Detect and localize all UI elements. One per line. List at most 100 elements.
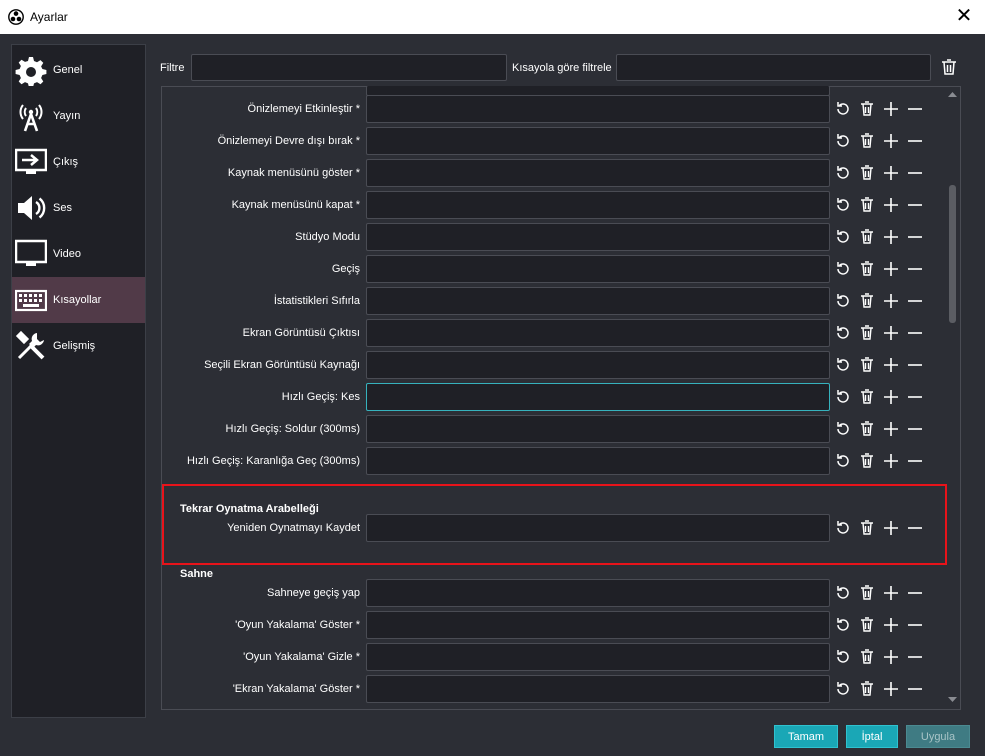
hotkey-input[interactable] <box>366 383 830 411</box>
minus-icon[interactable] <box>906 132 924 150</box>
revert-icon[interactable] <box>834 356 852 374</box>
revert-icon[interactable] <box>834 260 852 278</box>
scroll-up-arrow-icon[interactable] <box>948 91 957 97</box>
hotkey-input[interactable] <box>366 415 830 443</box>
scrollbar-thumb[interactable] <box>949 185 956 323</box>
revert-icon[interactable] <box>834 132 852 150</box>
hotkeys-scrollbar[interactable] <box>945 87 960 709</box>
minus-icon[interactable] <box>906 164 924 182</box>
trash-icon[interactable] <box>858 100 876 118</box>
plus-icon[interactable] <box>882 648 900 666</box>
minus-icon[interactable] <box>906 616 924 634</box>
revert-icon[interactable] <box>834 519 852 537</box>
plus-icon[interactable] <box>882 519 900 537</box>
plus-icon[interactable] <box>882 420 900 438</box>
trash-icon[interactable] <box>858 356 876 374</box>
minus-icon[interactable] <box>906 452 924 470</box>
trash-icon[interactable] <box>858 132 876 150</box>
hotkey-input[interactable] <box>366 191 830 219</box>
plus-icon[interactable] <box>882 616 900 634</box>
revert-icon[interactable] <box>834 100 852 118</box>
shortcut-filter-input[interactable] <box>616 54 931 81</box>
sidebar-item-cikis[interactable]: Çıkış <box>12 139 145 185</box>
minus-icon[interactable] <box>906 519 924 537</box>
revert-icon[interactable] <box>834 420 852 438</box>
clear-filter-trash-icon[interactable] <box>940 58 958 76</box>
revert-icon[interactable] <box>834 680 852 698</box>
hotkey-input[interactable] <box>366 127 830 155</box>
minus-icon[interactable] <box>906 228 924 246</box>
minus-icon[interactable] <box>906 196 924 214</box>
plus-icon[interactable] <box>882 196 900 214</box>
trash-icon[interactable] <box>858 292 876 310</box>
trash-icon[interactable] <box>858 584 876 602</box>
trash-icon[interactable] <box>858 228 876 246</box>
minus-icon[interactable] <box>906 100 924 118</box>
plus-icon[interactable] <box>882 324 900 342</box>
minus-icon[interactable] <box>906 356 924 374</box>
plus-icon[interactable] <box>882 228 900 246</box>
apply-button[interactable]: Uygula <box>906 725 970 748</box>
plus-icon[interactable] <box>882 132 900 150</box>
revert-icon[interactable] <box>834 452 852 470</box>
minus-icon[interactable] <box>906 648 924 666</box>
plus-icon[interactable] <box>882 164 900 182</box>
revert-icon[interactable] <box>834 292 852 310</box>
sidebar-item-kisayollar[interactable]: Kısayollar <box>12 277 145 323</box>
plus-icon[interactable] <box>882 292 900 310</box>
sidebar-item-video[interactable]: Video <box>12 231 145 277</box>
hotkey-input[interactable] <box>366 287 830 315</box>
hotkey-input[interactable] <box>366 255 830 283</box>
revert-icon[interactable] <box>834 648 852 666</box>
minus-icon[interactable] <box>906 388 924 406</box>
revert-icon[interactable] <box>834 228 852 246</box>
cancel-button[interactable]: İptal <box>846 725 898 748</box>
trash-icon[interactable] <box>858 648 876 666</box>
hotkey-input[interactable] <box>366 447 830 475</box>
hotkey-input[interactable] <box>366 159 830 187</box>
hotkey-input[interactable] <box>366 675 830 703</box>
sidebar-item-gelismis[interactable]: Gelişmiş <box>12 323 145 369</box>
close-icon[interactable]: ✕ <box>953 6 975 28</box>
trash-icon[interactable] <box>858 164 876 182</box>
hotkey-input[interactable] <box>366 514 830 542</box>
trash-icon[interactable] <box>858 324 876 342</box>
hotkey-input[interactable] <box>366 611 830 639</box>
trash-icon[interactable] <box>858 452 876 470</box>
trash-icon[interactable] <box>858 519 876 537</box>
revert-icon[interactable] <box>834 388 852 406</box>
minus-icon[interactable] <box>906 324 924 342</box>
hotkey-input[interactable] <box>366 643 830 671</box>
sidebar-item-ses[interactable]: Ses <box>12 185 145 231</box>
plus-icon[interactable] <box>882 452 900 470</box>
trash-icon[interactable] <box>858 196 876 214</box>
trash-icon[interactable] <box>858 616 876 634</box>
plus-icon[interactable] <box>882 100 900 118</box>
sidebar-item-genel[interactable]: Genel <box>12 47 145 93</box>
plus-icon[interactable] <box>882 356 900 374</box>
ok-button[interactable]: Tamam <box>774 725 838 748</box>
hotkey-input[interactable] <box>366 223 830 251</box>
sidebar-item-yayin[interactable]: Yayın <box>12 93 145 139</box>
minus-icon[interactable] <box>906 260 924 278</box>
trash-icon[interactable] <box>858 260 876 278</box>
revert-icon[interactable] <box>834 164 852 182</box>
plus-icon[interactable] <box>882 388 900 406</box>
minus-icon[interactable] <box>906 680 924 698</box>
minus-icon[interactable] <box>906 584 924 602</box>
revert-icon[interactable] <box>834 616 852 634</box>
revert-icon[interactable] <box>834 196 852 214</box>
filter-input[interactable] <box>191 54 507 81</box>
trash-icon[interactable] <box>858 420 876 438</box>
minus-icon[interactable] <box>906 420 924 438</box>
plus-icon[interactable] <box>882 260 900 278</box>
plus-icon[interactable] <box>882 584 900 602</box>
hotkey-input[interactable] <box>366 95 830 123</box>
minus-icon[interactable] <box>906 292 924 310</box>
revert-icon[interactable] <box>834 324 852 342</box>
plus-icon[interactable] <box>882 680 900 698</box>
trash-icon[interactable] <box>858 388 876 406</box>
hotkey-input[interactable] <box>366 319 830 347</box>
hotkey-input[interactable] <box>366 351 830 379</box>
revert-icon[interactable] <box>834 584 852 602</box>
